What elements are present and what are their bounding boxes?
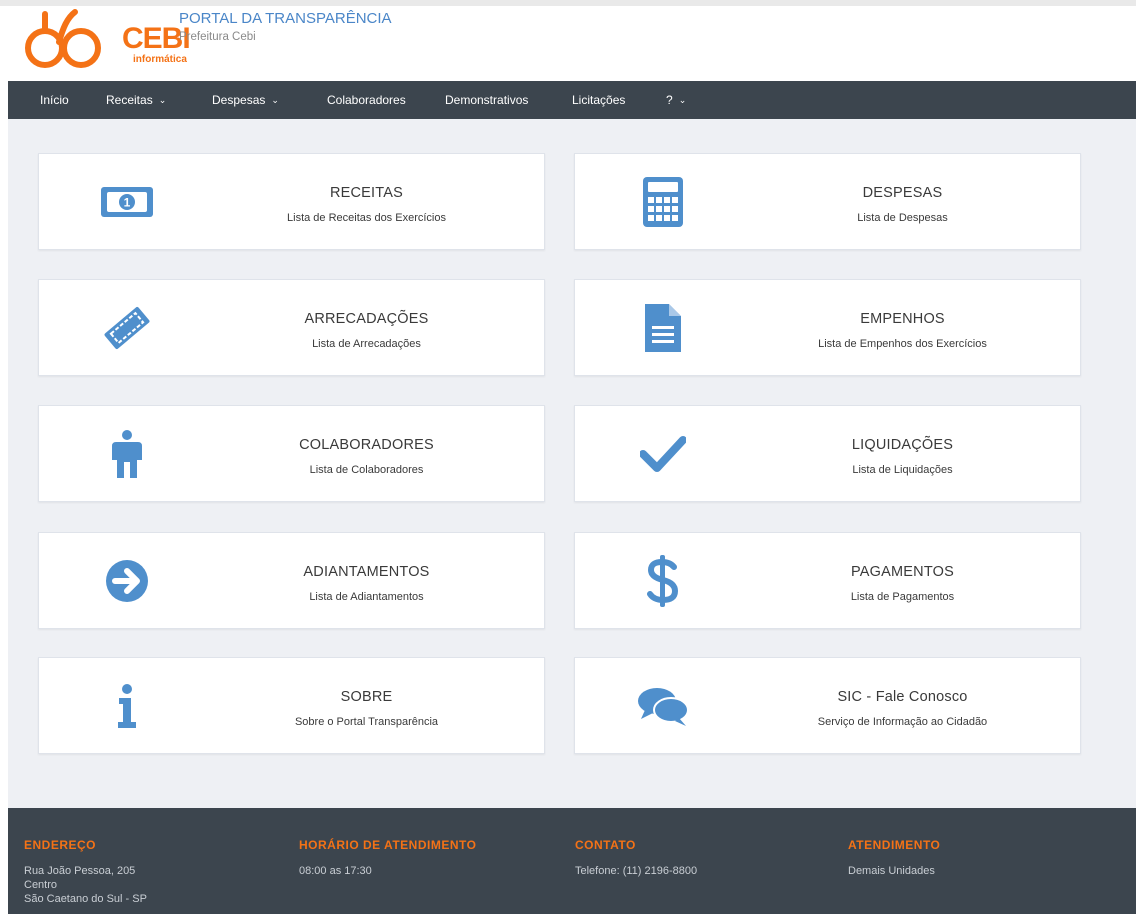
card-description: Lista de Pagamentos: [850, 591, 955, 603]
arrow-circle-right-icon: [99, 555, 155, 607]
ticket-icon: [99, 302, 155, 354]
card-title: PAGAMENTOS: [851, 564, 954, 580]
card-description: Lista de Empenhos dos Exercícios: [818, 338, 987, 350]
card-description: Lista de Liquidações: [852, 464, 953, 476]
footer-hours: HORÁRIO DE ATENDIMENTO 08:00 as 17:30: [299, 838, 476, 878]
card-title: COLABORADORES: [299, 437, 434, 453]
nav-item-receitas[interactable]: Receitas ⌄: [106, 81, 166, 119]
card-title: RECEITAS: [329, 185, 404, 201]
card-adiantamentos[interactable]: ADIANTAMENTOS Lista de Adiantamentos: [38, 532, 545, 629]
logo-subtext: informática: [133, 54, 187, 65]
footer-line: Demais Unidades: [848, 865, 935, 877]
card-title: LIQUIDAÇÕES: [851, 437, 954, 453]
nav-label: Início: [40, 93, 69, 107]
card-description: Serviço de Informação ao Cidadão: [817, 716, 988, 728]
card-title: DESPESAS: [862, 185, 943, 201]
logo-mark-icon: [25, 9, 101, 68]
main-content: 1 RECEITAS Lista de Receitas dos Exercíc…: [8, 119, 1136, 808]
card-empenhos[interactable]: EMPENHOS Lista de Empenhos dos Exercício…: [574, 279, 1081, 376]
money-bill-icon: 1: [99, 176, 155, 228]
card-sobre[interactable]: SOBRE Sobre o Portal Transparência: [38, 657, 545, 754]
footer-heading: ENDEREÇO: [24, 838, 97, 852]
footer-line: 08:00 as 17:30: [299, 865, 372, 877]
chat-bubbles-icon: [635, 680, 691, 732]
card-description: Lista de Adiantamentos: [309, 591, 424, 603]
nav-item-demonstrativos[interactable]: Demonstrativos: [445, 81, 528, 119]
nav-item-inicio[interactable]: Início: [40, 81, 69, 119]
nav-item-despesas[interactable]: Despesas ⌄: [212, 81, 279, 119]
footer-contact: CONTATO Telefone: (11) 2196-8800: [575, 838, 697, 878]
card-sic-fale-conosco[interactable]: SIC - Fale Conosco Serviço de Informação…: [574, 657, 1081, 754]
footer-line: Rua João Pessoa, 205: [24, 865, 136, 877]
footer-heading: ATENDIMENTO: [848, 838, 941, 852]
card-description: Lista de Despesas: [857, 212, 948, 224]
card-description: Lista de Colaboradores: [309, 464, 424, 476]
card-liquidacoes[interactable]: LIQUIDAÇÕES Lista de Liquidações: [574, 405, 1081, 502]
card-description: Lista de Arrecadações: [312, 338, 421, 350]
card-arrecadacoes[interactable]: ARRECADAÇÕES Lista de Arrecadações: [38, 279, 545, 376]
card-colaboradores[interactable]: COLABORADORES Lista de Colaboradores: [38, 405, 545, 502]
card-pagamentos[interactable]: PAGAMENTOS Lista de Pagamentos: [574, 532, 1081, 629]
card-title: ADIANTAMENTOS: [303, 564, 430, 580]
checkmark-icon: [635, 428, 691, 480]
nav-label: ?: [666, 93, 673, 107]
footer-line: Telefone: (11) 2196-8800: [575, 865, 698, 877]
dollar-icon: [635, 555, 691, 607]
footer-heading: CONTATO: [575, 838, 636, 852]
chevron-down-icon: ⌄: [271, 95, 279, 105]
footer-heading: HORÁRIO DE ATENDIMENTO: [299, 838, 477, 852]
nav-item-help[interactable]: ? ⌄: [666, 81, 686, 119]
footer-service: ATENDIMENTO Demais Unidades: [848, 838, 940, 878]
chevron-down-icon: ⌄: [678, 95, 687, 105]
card-description: Lista de Receitas dos Exercícios: [287, 212, 446, 224]
footer-address: ENDEREÇO Rua João Pessoa, 205 Centro São…: [24, 838, 147, 906]
main-nav: Início Receitas ⌄ Despesas ⌄ Colaboradores…: [8, 81, 1136, 119]
cebi-logo[interactable]: CEBI informática: [23, 8, 191, 74]
portal-title: PORTAL DA TRANSPARÊNCIA: [179, 10, 392, 27]
nav-label: Receitas: [106, 93, 153, 107]
person-icon: [99, 428, 155, 480]
nav-item-colaboradores[interactable]: Colaboradores: [327, 81, 406, 119]
nav-label: Demonstrativos: [445, 93, 529, 107]
card-receitas[interactable]: 1 RECEITAS Lista de Receitas dos Exercíc…: [38, 153, 545, 250]
footer-line: Centro: [24, 879, 58, 891]
card-despesas[interactable]: DESPESAS Lista de Despesas: [574, 153, 1081, 250]
info-icon: [99, 680, 155, 732]
portal-subtitle: Prefeitura Cebi: [179, 31, 256, 43]
card-description: Sobre o Portal Transparência: [294, 716, 439, 728]
svg-text:1: 1: [124, 196, 131, 210]
footer-line: São Caetano do Sul - SP: [24, 893, 147, 905]
chevron-down-icon: ⌄: [158, 95, 167, 105]
nav-label: Colaboradores: [327, 93, 406, 107]
document-icon: [635, 302, 691, 354]
card-title: SOBRE: [340, 689, 393, 705]
card-title: ARRECADAÇÕES: [304, 311, 429, 327]
nav-label: Despesas: [212, 93, 266, 107]
nav-item-licitacoes[interactable]: Licitações: [572, 81, 625, 119]
site-header: CEBI informática PORTAL DA TRANSPARÊNCIA…: [0, 6, 1136, 81]
card-title: EMPENHOS: [860, 311, 945, 327]
card-title: SIC - Fale Conosco: [837, 689, 968, 705]
nav-label: Licitações: [572, 93, 626, 107]
site-footer: ENDEREÇO Rua João Pessoa, 205 Centro São…: [8, 808, 1136, 914]
calculator-icon: [635, 176, 691, 228]
